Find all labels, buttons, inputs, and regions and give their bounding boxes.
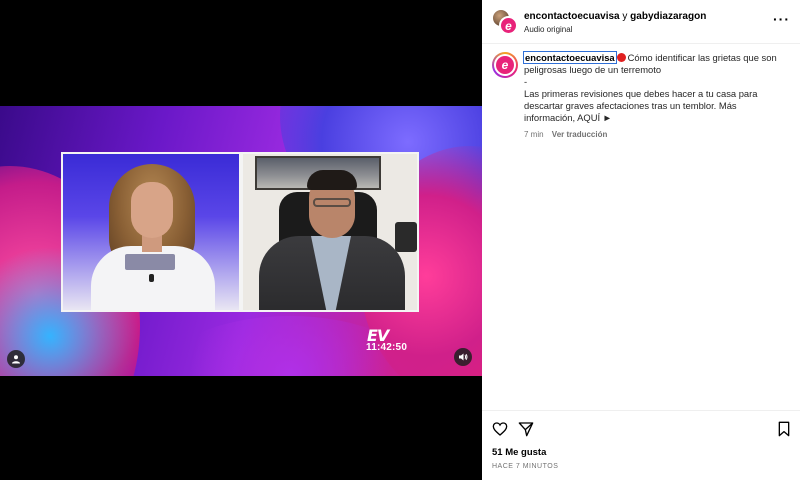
desk-phone bbox=[395, 222, 417, 252]
video-player[interactable]: EV 11:42:50 bbox=[0, 106, 482, 376]
guest-video-panel bbox=[241, 152, 419, 312]
speaker-icon bbox=[459, 353, 468, 361]
more-horizontal-icon: ··· bbox=[773, 11, 790, 27]
caption-username[interactable]: encontactoecuavisa bbox=[523, 51, 617, 64]
audio-label[interactable]: Audio original bbox=[524, 25, 572, 34]
red-circle-icon bbox=[616, 53, 626, 62]
lavalier-mic bbox=[149, 274, 154, 282]
caption-meta: 7 min Ver traducción bbox=[524, 129, 790, 141]
coauthor-link[interactable]: gabydiazaragon bbox=[630, 11, 706, 22]
author-link[interactable]: encontactoecuavisa bbox=[524, 11, 620, 22]
anchor-video-panel bbox=[61, 152, 241, 312]
like-count[interactable]: 51 Me gusta bbox=[492, 447, 546, 458]
post-side-panel: e encontactoecuavisa y gabydiazaragon Au… bbox=[482, 0, 800, 480]
audio-toggle-button[interactable] bbox=[454, 348, 472, 366]
caption-time: 7 min bbox=[524, 130, 544, 139]
more-options-button[interactable]: ··· bbox=[773, 11, 790, 27]
broadcast-clock: 11:42:50 bbox=[366, 342, 408, 353]
user-tag-icon bbox=[12, 355, 20, 364]
caption-line-2: Las primeras revisiones que debes hacer … bbox=[524, 88, 758, 123]
authors-conjunction: y bbox=[622, 11, 628, 22]
caption-avatar[interactable]: e bbox=[492, 52, 518, 78]
post-header: e encontactoecuavisa y gabydiazaragon Au… bbox=[482, 0, 800, 44]
anchor-face bbox=[131, 182, 173, 238]
caption-text: encontactoecuavisa Cómo identificar las g… bbox=[523, 51, 790, 141]
guest-hair bbox=[307, 170, 357, 190]
brand-e-icon: e bbox=[496, 56, 514, 74]
heart-icon[interactable] bbox=[492, 421, 508, 437]
post-media[interactable]: EV 11:42:50 bbox=[0, 0, 482, 480]
post-authors: encontactoecuavisa y gabydiazaragon bbox=[524, 11, 706, 22]
guest-glasses bbox=[313, 198, 351, 207]
bookmark-icon[interactable] bbox=[776, 421, 792, 437]
collab-avatars[interactable]: e bbox=[492, 9, 518, 35]
send-icon[interactable] bbox=[518, 421, 534, 437]
post-timestamp: HACE 7 MINUTOS bbox=[492, 463, 559, 470]
caption-separator: - bbox=[524, 76, 528, 87]
post-actions: 51 Me gusta HACE 7 MINUTOS bbox=[482, 410, 800, 480]
tagged-users-button[interactable] bbox=[7, 350, 25, 368]
see-translation-link[interactable]: Ver traducción bbox=[552, 130, 608, 139]
anchor-desk bbox=[125, 254, 175, 270]
account-avatar[interactable]: e bbox=[499, 16, 518, 35]
